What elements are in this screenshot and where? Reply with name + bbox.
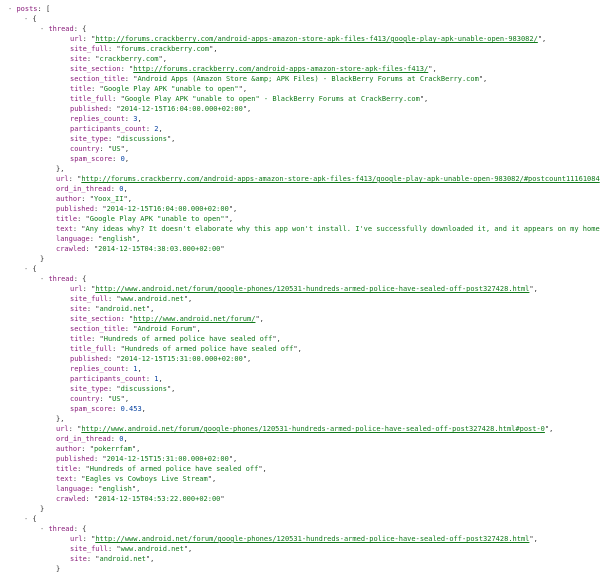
- thread-country: country: "US",: [70, 394, 592, 404]
- posts-key: - posts: [: [8, 4, 592, 14]
- thread-title_full: title_full: "Hundreds of armed police ha…: [70, 344, 592, 354]
- post-open: - {: [24, 14, 592, 24]
- thread-close: },: [56, 164, 592, 174]
- thread-site_type: site_type: "discussions",: [70, 134, 592, 144]
- thread-site_type: site_type: "discussions",: [70, 384, 592, 394]
- post-text: text: "Any ideas why? It doesn't elabora…: [56, 224, 592, 234]
- thread-site_full: site_full: "www.android.net",: [70, 294, 592, 304]
- thread-replies_count: replies_count: 3,: [70, 114, 592, 124]
- thread-key: - thread: {: [40, 274, 592, 284]
- post-open: - {: [24, 514, 592, 524]
- thread-close: }: [56, 564, 592, 574]
- post-language: language: "english",: [56, 484, 592, 494]
- post-published: published: "2014-12-15T16:04:00.000+02:0…: [56, 204, 592, 214]
- post-crawled: crawled: "2014-12-15T04:53:22.000+02:00": [56, 494, 592, 504]
- thread-participants_count: participants_count: 1,: [70, 374, 592, 384]
- post-close: }: [40, 254, 592, 264]
- thread-site_full: site_full: "www.android.net",: [70, 544, 592, 554]
- thread-spam_score: spam_score: 0,: [70, 154, 592, 164]
- thread-key: - thread: {: [40, 524, 592, 534]
- post-close: }: [40, 504, 592, 514]
- post-title: title: "Google Play APK "unable to open"…: [56, 214, 592, 224]
- post-url[interactable]: url: "http://forums.crackberry.com/andro…: [56, 174, 592, 184]
- thread-site_full: site_full: "forums.crackberry.com",: [70, 44, 592, 54]
- thread-replies_count: replies_count: 1,: [70, 364, 592, 374]
- thread-site: site: "android.net",: [70, 554, 592, 564]
- thread-site: site: "crackberry.com",: [70, 54, 592, 64]
- thread-site_section[interactable]: site_section: "http://www.android.net/fo…: [70, 314, 592, 324]
- post-author: author: "pokerrfam",: [56, 444, 592, 454]
- post-open: - {: [24, 264, 592, 274]
- thread-spam_score: spam_score: 0.453,: [70, 404, 592, 414]
- post-ord: ord_in_thread: 0,: [56, 184, 592, 194]
- post-text: text: "Eagles vs Cowboys Live Stream",: [56, 474, 592, 484]
- thread-site_section[interactable]: site_section: "http://forums.crackberry.…: [70, 64, 592, 74]
- thread-url[interactable]: url: "http://www.android.net/forum/googl…: [70, 534, 592, 544]
- thread-key: - thread: {: [40, 24, 592, 34]
- thread-section_title: section_title: "Android Forum",: [70, 324, 592, 334]
- thread-url[interactable]: url: "http://forums.crackberry.com/andro…: [70, 34, 592, 44]
- post-ord: ord_in_thread: 0,: [56, 434, 592, 444]
- thread-country: country: "US",: [70, 144, 592, 154]
- thread-url[interactable]: url: "http://www.android.net/forum/googl…: [70, 284, 592, 294]
- post-language: language: "english",: [56, 234, 592, 244]
- thread-site: site: "android.net",: [70, 304, 592, 314]
- post-title: title: "Hundreds of armed police have se…: [56, 464, 592, 474]
- json-tree: - posts: [- {- thread: {url: "http://for…: [8, 4, 592, 574]
- post-author: author: "Yoox_II",: [56, 194, 592, 204]
- thread-participants_count: participants_count: 2,: [70, 124, 592, 134]
- post-crawled: crawled: "2014-12-15T04:38:03.000+02:00": [56, 244, 592, 254]
- thread-published: published: "2014-12-15T16:04:00.000+02:0…: [70, 104, 592, 114]
- thread-title_full: title_full: "Google Play APK "unable to …: [70, 94, 592, 104]
- thread-published: published: "2014-12-15T15:31:00.000+02:0…: [70, 354, 592, 364]
- thread-section_title: section_title: "Android Apps (Amazon Sto…: [70, 74, 592, 84]
- thread-close: },: [56, 414, 592, 424]
- post-url[interactable]: url: "http://www.android.net/forum/googl…: [56, 424, 592, 434]
- thread-title: title: "Google Play APK "unable to open"…: [70, 84, 592, 94]
- thread-title: title: "Hundreds of armed police have se…: [70, 334, 592, 344]
- post-published: published: "2014-12-15T15:31:00.000+02:0…: [56, 454, 592, 464]
